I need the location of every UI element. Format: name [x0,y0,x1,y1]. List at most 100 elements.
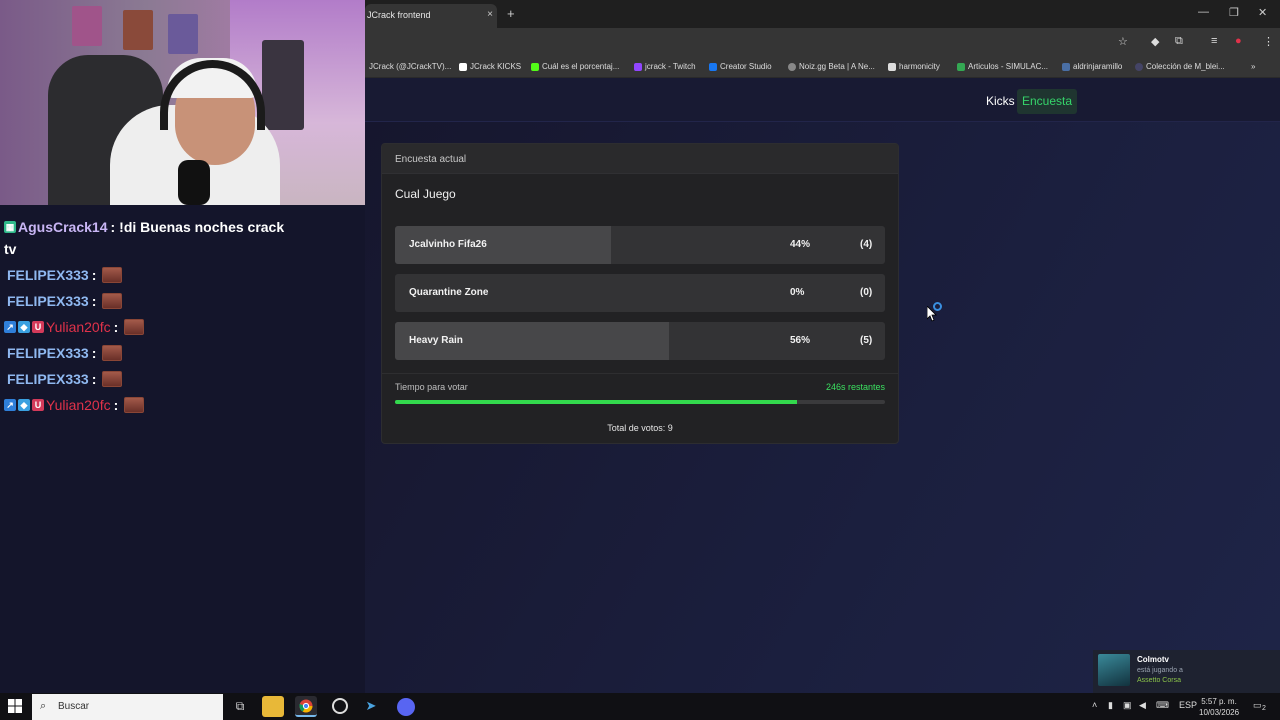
friend-game: Assetto Corsa [1137,677,1181,684]
chat-badge-icon: ▦ [4,221,16,233]
bookmark-item[interactable]: Noiz.gg Beta | A Ne... [788,62,875,71]
bookmark-item[interactable]: Articulos - SIMULAC... [957,62,1048,71]
chat-separator: : [91,345,97,361]
more-bookmarks-button[interactable]: » [1251,62,1255,71]
bookmark-item[interactable]: Cuál es el porcentaj... [531,62,619,71]
poster-image [123,10,153,50]
bookmark-item[interactable]: Colección de M_blei... [1135,62,1225,71]
chrome-taskbar-icon[interactable] [295,696,317,717]
total-votes: Total de votos: 9 [607,423,673,433]
bookmark-item[interactable]: JCrack KICKS [459,62,521,71]
bookmark-label: harmonicity [899,62,940,71]
notifications-icon[interactable]: ▭ [1253,700,1262,711]
volume-icon[interactable]: ◀ [1139,700,1146,711]
poll-option-percent: 0% [790,287,805,298]
chat-message: FELIPEX333 : [4,267,123,283]
timer-label: Tiempo para votar [395,382,468,392]
taskbar-clock[interactable]: 5:57 p. m. 10/03/2026 [1199,696,1239,718]
bookmark-star-icon[interactable]: ☆ [1118,35,1128,48]
harmonicity-favicon-icon [888,62,896,71]
microphone-tray-icon[interactable]: ▮ [1108,700,1113,711]
tray-overflow-icon[interactable]: ˄ [1092,700,1097,710]
search-icon: ⌕ [40,700,47,712]
sub-badge-icon: U [32,321,44,333]
bookmark-item[interactable]: harmonicity [888,62,940,71]
loading-spinner-icon [933,302,942,311]
chat-separator: : [91,371,97,387]
network-icon[interactable]: ▣ [1123,700,1132,711]
task-view-icon[interactable]: ⧉ [229,696,251,717]
discord-icon[interactable] [397,698,415,716]
taskbar-search-input[interactable]: ⌕ Buscar [32,694,223,720]
shelf-image [262,40,304,130]
bookmark-label: Colección de M_blei... [1146,62,1225,71]
file-explorer-icon[interactable] [262,696,284,717]
extension-icon[interactable]: ◆ [1151,35,1159,48]
bookmark-label: Cuál es el porcentaj... [542,62,620,71]
windows-start-icon[interactable] [8,699,22,713]
site-favicon-icon [1135,62,1143,71]
obs-icon[interactable] [332,698,348,714]
tab-title: JCrack frontend [367,10,431,20]
minimize-button[interactable]: — [1198,6,1209,18]
bookmark-label: Noiz.gg Beta | A Ne... [799,62,875,71]
chat-separator: : [91,293,97,309]
media-control-icon[interactable]: ≡ [1211,35,1217,47]
poll-option-count: (5) [860,335,873,346]
webcam-feed [0,0,365,205]
friend-name: Colmotv [1137,655,1169,664]
notification-count: 2 [1262,705,1266,712]
bookmark-item[interactable]: Creator Studio [709,62,772,71]
timer-remaining: 246s restantes [825,382,885,392]
taskbar: ⌕ Buscar ⧉ ➤ ˄ ▮ ▣ ◀ ⌨ ESP 5:57 p. m. 10… [0,693,1280,720]
noiz-favicon-icon [788,62,796,71]
bookmark-item[interactable]: aldrinjaramillo [1062,62,1122,71]
browser-tab[interactable]: JCrack frontend × [365,4,497,28]
bookmark-item[interactable]: jcrack - Twitch [634,62,696,71]
clock-date: 10/03/2026 [1199,708,1240,717]
bookmark-item[interactable]: JCrack (@JCrackTV)... [369,62,451,71]
chat-separator: : [91,267,97,283]
chat-username: FELIPEX333 [7,293,89,309]
close-tab-icon[interactable]: × [487,9,493,20]
bookmark-label: Creator Studio [720,62,772,71]
browser-menu-icon[interactable]: ⋮ [1263,35,1274,48]
poster-image [72,6,102,46]
facebook-favicon-icon [709,62,717,71]
poll-option-count: (0) [860,287,873,298]
new-tab-button[interactable]: + [507,6,515,21]
sub-badge-icon: U [32,399,44,411]
chat-username: FELIPEX333 [7,371,89,387]
steam-friend-notification[interactable]: Colmotv está jugando a Assetto Corsa [1093,650,1280,693]
poll-option[interactable]: Jcalvinho Fifa26 44% (4) [395,226,885,264]
chat-emote-image [124,319,145,335]
chat-emote-image [102,293,123,309]
extensions-puzzle-icon[interactable]: ⧉ [1175,35,1183,48]
chat-separator: : [110,219,116,235]
nav-link-kicks[interactable]: Kicks [986,94,1015,108]
browser-tab-bar: JCrack frontend × + — ❐ ✕ [365,0,1280,28]
chat-message: FELIPEX333 : [4,293,123,309]
chat-separator: : [113,319,119,335]
bookmark-label: Articulos - SIMULAC... [968,62,1049,71]
chat-separator: : [113,397,119,413]
steam-icon[interactable]: ➤ [360,696,382,717]
poll-option-count: (4) [860,239,873,250]
chat-emote-image [102,345,123,361]
restore-button[interactable]: ❐ [1229,6,1239,19]
language-indicator[interactable]: ESP [1179,700,1197,710]
profile-icon[interactable]: ● [1235,35,1242,47]
chat-username: FELIPEX333 [7,267,89,283]
kick-favicon-icon [531,62,539,71]
poll-option[interactable]: Heavy Rain 56% (5) [395,322,885,360]
prime-badge-icon: ↗ [4,399,16,411]
chrome-icon [299,699,313,713]
nav-link-encuesta[interactable]: Encuesta [1017,89,1078,114]
keyboard-icon[interactable]: ⌨ [1156,700,1169,711]
poll-option[interactable]: Quarantine Zone 0% (0) [395,274,885,312]
poll-title: Cual Juego [395,187,456,201]
chat-message: ↗ ◆ U Yulian20fc : [4,397,145,413]
bookmark-label: jcrack - Twitch [645,62,696,71]
cube-badge-icon: ◆ [18,321,30,333]
close-window-button[interactable]: ✕ [1258,6,1267,19]
